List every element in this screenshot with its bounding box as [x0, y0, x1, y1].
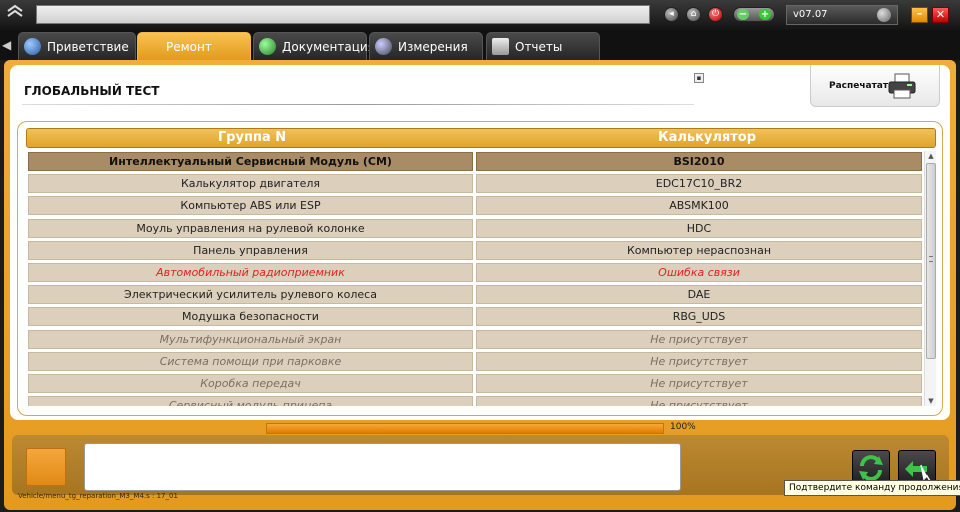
- calculator-cell: Не присутствует: [476, 396, 922, 406]
- group-cell: Система помощи при парковке: [28, 351, 473, 371]
- group-cell: Коробка передач: [28, 373, 473, 393]
- table-row[interactable]: Интеллектуальный Сервисный Модуль (CM) BS…: [26, 151, 922, 173]
- magnifier-icon: [143, 38, 160, 55]
- diagbox-window: ◂ ⌂ ⏻ − + v07.07 – ✕ ◀ Приветствие Ремон…: [0, 0, 960, 512]
- progress-bar: [266, 423, 664, 434]
- waveform-icon: [375, 38, 392, 55]
- group-cell: Компьютер ABS или ESP: [28, 196, 473, 216]
- calculator-cell: BSI2010: [476, 152, 922, 171]
- table-row[interactable]: Мультифункциональный экран Не присутствуе…: [26, 329, 922, 351]
- printer-icon: [888, 73, 916, 99]
- column-header-group: Группа N: [217, 130, 287, 145]
- group-cell: Калькулятор двигателя: [28, 174, 473, 194]
- content-area: ГЛОБАЛЬНЫЙ ТЕСТ ▪ Распечатать Группа N К…: [10, 65, 950, 420]
- calculator-cell: ABSMK100: [476, 196, 922, 216]
- connection-toggle[interactable]: − +: [733, 7, 775, 22]
- scroll-down-icon[interactable]: ▼: [925, 396, 937, 406]
- minimize-button[interactable]: –: [911, 7, 928, 23]
- table-row[interactable]: Компьютер ABS или ESP ABSMK100: [26, 195, 922, 217]
- table-row[interactable]: Модушка безопасности RBG_UDS: [26, 306, 922, 328]
- status-indicator: [26, 448, 66, 486]
- ecu-table-frame: Группа N Калькулятор Интеллектуальный Се…: [17, 121, 943, 416]
- calculator-cell: Не присутствует: [476, 373, 922, 393]
- table-row[interactable]: Сервисный модуль прицепа Не присутствует: [26, 395, 922, 406]
- calculator-cell: EDC17C10_BR2: [476, 174, 922, 194]
- group-cell: Мультифункциональный экран: [28, 329, 473, 349]
- calculator-cell: HDC: [476, 218, 922, 238]
- plus-icon: +: [759, 9, 771, 20]
- power-icon[interactable]: ⏻: [708, 7, 723, 22]
- tab-documentation-label: Документация: [282, 40, 375, 54]
- citroen-logo: [4, 2, 26, 26]
- progress-fill: [267, 424, 663, 433]
- globe-icon: [24, 38, 41, 55]
- minus-icon: −: [737, 9, 749, 20]
- tab-measurements-label: Измерения: [398, 40, 468, 54]
- tab-bar: ◀ Приветствие Ремонт Документация Измере…: [0, 30, 960, 60]
- calculator-cell: Не присутствует: [476, 351, 922, 371]
- back-icon[interactable]: ◂: [664, 7, 679, 22]
- document-icon: [492, 38, 509, 55]
- table-row[interactable]: Калькулятор двигателя EDC17C10_BR2: [26, 173, 922, 195]
- info-icon[interactable]: [877, 8, 891, 22]
- calculator-cell: Не присутствует: [476, 329, 922, 349]
- version-label: v07.07: [793, 9, 828, 20]
- table-row[interactable]: Электрический усилитель рулевого колеса D…: [26, 284, 922, 306]
- close-button[interactable]: ✕: [932, 7, 949, 23]
- tab-reports[interactable]: Отчеты: [486, 32, 600, 60]
- progress-percent: 100%: [670, 422, 696, 432]
- home-icon[interactable]: ⌂: [686, 7, 701, 22]
- group-cell: Модушка безопасности: [28, 307, 473, 327]
- page-title: ГЛОБАЛЬНЫЙ ТЕСТ: [24, 84, 160, 98]
- title-divider: [22, 104, 694, 105]
- ok-tooltip: Подтвердите команду продолжения (ОК): [784, 480, 960, 496]
- scroll-up-icon[interactable]: ▲: [925, 151, 937, 161]
- tab-documentation[interactable]: Документация: [253, 32, 375, 60]
- table-body: Интеллектуальный Сервисный Модуль (CM) BS…: [26, 151, 922, 406]
- tab-measurements[interactable]: Измерения: [369, 32, 483, 60]
- group-cell: Сервисный модуль прицепа: [28, 396, 473, 406]
- table-row[interactable]: Автомобильный радиоприемник Ошибка связи: [26, 262, 922, 284]
- tab-scroll-left-icon[interactable]: ◀: [2, 38, 16, 54]
- tab-repair-label: Ремонт: [166, 40, 212, 54]
- group-cell: Моуль управления на рулевой колонке: [28, 218, 473, 238]
- calculator-cell: Компьютер нераспознан: [476, 240, 922, 260]
- message-box: [84, 443, 681, 491]
- tab-repair[interactable]: Ремонт: [137, 32, 251, 60]
- column-header-calculator: Калькулятор: [657, 130, 757, 145]
- table-scrollbar[interactable]: ▲ ▼: [924, 151, 936, 406]
- table-row[interactable]: Панель управления Компьютер нераспознан: [26, 240, 922, 262]
- tab-reports-label: Отчеты: [515, 40, 563, 54]
- version-display: v07.07: [786, 5, 898, 25]
- collapse-icon[interactable]: ▪: [694, 73, 704, 83]
- grip-icon: [929, 256, 933, 262]
- group-cell: Автомобильный радиоприемник: [28, 262, 473, 282]
- group-cell: Интеллектуальный Сервисный Модуль (CM): [28, 152, 473, 171]
- group-cell: Панель управления: [28, 240, 473, 260]
- top-bar: ◂ ⌂ ⏻ − + v07.07 – ✕: [0, 0, 960, 30]
- book-icon: [259, 38, 276, 55]
- calculator-cell: Ошибка связи: [476, 262, 922, 282]
- calculator-cell: DAE: [476, 285, 922, 305]
- print-label: Распечатать: [829, 81, 894, 91]
- scroll-thumb[interactable]: [926, 163, 936, 359]
- table-row[interactable]: Коробка передач Не присутствует: [26, 373, 922, 395]
- print-button[interactable]: Распечатать: [810, 65, 940, 107]
- tab-welcome[interactable]: Приветствие: [18, 32, 136, 60]
- title-field: [36, 5, 650, 24]
- status-path: Vehicle/menu_tg_reparation_M3_M4.s : 17_…: [18, 492, 178, 500]
- calculator-cell: RBG_UDS: [476, 307, 922, 327]
- table-header: Группа N Калькулятор: [26, 128, 936, 148]
- table-row[interactable]: Моуль управления на рулевой колонке HDC: [26, 218, 922, 240]
- table-row[interactable]: Система помощи при парковке Не присутству…: [26, 351, 922, 373]
- group-cell: Электрический усилитель рулевого колеса: [28, 285, 473, 305]
- main-panel: ГЛОБАЛЬНЫЙ ТЕСТ ▪ Распечатать Группа N К…: [4, 60, 956, 510]
- tab-welcome-label: Приветствие: [47, 40, 129, 54]
